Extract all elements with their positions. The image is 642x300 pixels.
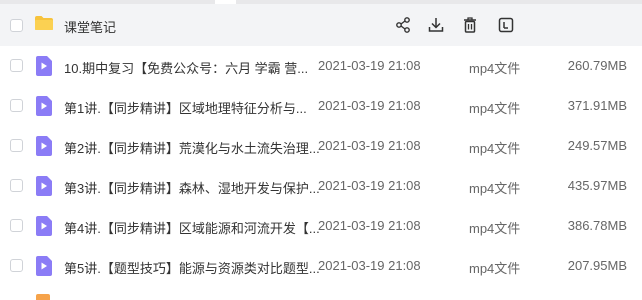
share-icon[interactable] xyxy=(394,16,412,34)
file-name[interactable]: 第4讲.【同步精讲】区域能源和河流开发【... xyxy=(64,218,320,237)
file-size: 249.57MB xyxy=(567,138,627,153)
folder-row[interactable]: 课堂笔记 xyxy=(0,4,642,46)
file-row[interactable]: 10.期中复习【免费公众号：六月 学霸 营... 2021-03-19 21:0… xyxy=(0,46,642,86)
file-name[interactable]: 第1讲.【同步精讲】区域地理特征分析与... xyxy=(64,98,307,117)
file-size: 386.78MB xyxy=(567,218,627,233)
file-date: 2021-03-19 21:08 xyxy=(318,258,421,273)
video-file-icon xyxy=(36,256,52,276)
file-checkbox[interactable] xyxy=(10,59,23,72)
file-date: 2021-03-19 21:08 xyxy=(318,218,421,233)
trash-icon[interactable] xyxy=(461,16,479,34)
file-date: 2021-03-19 21:08 xyxy=(318,138,421,153)
file-checkbox[interactable] xyxy=(10,259,23,272)
file-name[interactable]: 第2讲.【同步精讲】荒漠化与水土流失治理... xyxy=(64,138,320,157)
file-date: 2021-03-19 21:08 xyxy=(318,178,421,193)
file-name[interactable]: 10.期中复习【免费公众号：六月 学霸 营... xyxy=(64,58,308,77)
video-file-icon xyxy=(36,176,52,196)
file-checkbox[interactable] xyxy=(10,139,23,152)
file-row[interactable]: 第4讲.【同步精讲】区域能源和河流开发【... 2021-03-19 21:08… xyxy=(0,206,642,246)
file-type: mp4文件 xyxy=(469,221,521,236)
file-size: 371.91MB xyxy=(567,98,627,113)
video-file-icon xyxy=(36,216,52,236)
file-type: mp4文件 xyxy=(469,61,521,76)
file-type: mp4文件 xyxy=(469,101,521,116)
file-row[interactable]: 第2讲.【同步精讲】荒漠化与水土流失治理... 2021-03-19 21:08… xyxy=(0,126,642,166)
file-size: 435.97MB xyxy=(567,178,627,193)
file-date: 2021-03-19 21:08 xyxy=(318,58,421,73)
folder-icon xyxy=(34,15,54,31)
file-row[interactable]: 第1讲.【同步精讲】区域地理特征分析与... 2021-03-19 21:08 … xyxy=(0,86,642,126)
file-type: mp4文件 xyxy=(469,181,521,196)
file-type: mp4文件 xyxy=(469,261,521,276)
file-row[interactable]: 第5讲.【题型技巧】能源与资源类对比题型... 2021-03-19 21:08… xyxy=(0,246,642,286)
file-type: mp4文件 xyxy=(469,141,521,156)
file-date: 2021-03-19 21:08 xyxy=(318,98,421,113)
download-icon[interactable] xyxy=(427,16,445,34)
file-checkbox[interactable] xyxy=(10,99,23,112)
folder-name[interactable]: 课堂笔记 xyxy=(64,17,116,36)
terminal-icon[interactable] xyxy=(497,16,515,34)
video-file-icon xyxy=(36,96,52,116)
file-name[interactable]: 第3讲.【同步精讲】森林、湿地开发与保护... xyxy=(64,178,320,197)
file-row[interactable]: 第3讲.【同步精讲】森林、湿地开发与保护... 2021-03-19 21:08… xyxy=(0,166,642,206)
folder-checkbox[interactable] xyxy=(10,19,23,32)
video-file-icon xyxy=(36,136,52,156)
file-size: 260.79MB xyxy=(567,58,627,73)
file-name[interactable]: 第5讲.【题型技巧】能源与资源类对比题型... xyxy=(64,258,320,277)
file-list: 课堂笔记 10.期中复习【免费公众号：六月 学霸 营... 2021-03-19… xyxy=(0,0,642,300)
file-size: 207.95MB xyxy=(567,258,627,273)
file-icon xyxy=(36,294,50,300)
file-checkbox[interactable] xyxy=(10,219,23,232)
file-checkbox[interactable] xyxy=(10,179,23,192)
video-file-icon xyxy=(36,56,52,76)
